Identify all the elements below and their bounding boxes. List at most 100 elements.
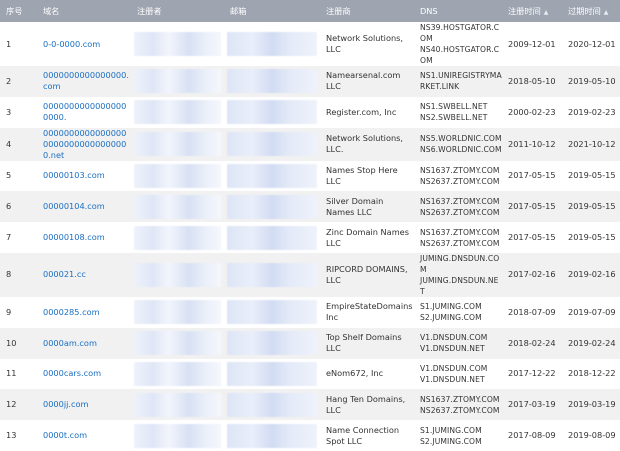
- dns-secondary: S2.JUMING.COM: [420, 313, 482, 323]
- registrar-cell: Names Stop Here LLC: [326, 164, 398, 186]
- dns-primary: S1.JUMING.COM: [420, 302, 482, 312]
- col-header-reg-date[interactable]: 注册时间 ▲: [502, 0, 562, 22]
- registrar-cell: Namearsenal.com LLC: [326, 70, 401, 92]
- email-redacted: [227, 100, 317, 125]
- registrant-redacted: [134, 225, 221, 250]
- dns-cell: NS1.UNIREGISTRYMARKET.LINK: [414, 66, 502, 97]
- domain-link[interactable]: 0000cars.com: [43, 368, 101, 378]
- email-redacted: [227, 225, 317, 250]
- table-row: 8 000021.cc RIPCORD DOMAINS, LLC JUMING.…: [0, 252, 620, 297]
- email-redacted: [227, 361, 317, 386]
- registrant-redacted: [134, 331, 221, 356]
- dns-cell: S1.JUMING.COM S2.JUMING.COM: [414, 420, 502, 451]
- row-index: 8: [6, 269, 12, 280]
- row-index: 5: [6, 170, 12, 181]
- dns-primary: V1.DNSDUN.COM: [420, 363, 488, 373]
- registrar-cell: EmpireStateDomains Inc: [326, 301, 413, 323]
- row-index: 2: [6, 75, 12, 86]
- domain-link[interactable]: 0000jj.com: [43, 399, 88, 409]
- table-row: 7 00000108.com Zinc Domain Names LLC NS1…: [0, 222, 620, 253]
- table-row: 5 00000103.com Names Stop Here LLC NS163…: [0, 160, 620, 192]
- dns-primary: NS1637.ZTOMY.COM: [420, 394, 500, 404]
- dns-secondary: NS2637.ZTOMY.COM: [420, 405, 500, 415]
- exp-date-cell: 2019-08-09: [568, 430, 616, 441]
- exp-date-cell: 2019-03-19: [568, 399, 616, 410]
- domain-link[interactable]: 00000104.com: [43, 201, 105, 211]
- email-redacted: [227, 392, 317, 417]
- exp-date-cell: 2019-02-16: [568, 269, 616, 280]
- dns-primary: NS1.UNIREGISTRYMARKET.LINK: [420, 71, 502, 92]
- dns-primary: NS1.SWBELL.NET: [420, 102, 488, 112]
- row-index: 11: [6, 368, 17, 379]
- table-row: 4 000000000000000000000000000000000.net …: [0, 127, 620, 161]
- registrant-redacted: [134, 300, 221, 325]
- domain-link[interactable]: 00000000000000000000.: [43, 101, 126, 122]
- table-row: 1 0-0-0000.com Network Solutions, LLC NS…: [0, 22, 620, 66]
- exp-date-cell: 2019-02-24: [568, 337, 616, 348]
- domain-link[interactable]: 000000000000000000000000000000000.net: [43, 128, 126, 160]
- row-index: 10: [6, 337, 17, 348]
- registrar-cell: Register.com, Inc: [326, 106, 397, 117]
- table-row: 6 00000104.com Silver Domain Names LLC N…: [0, 191, 620, 223]
- table-row: 3 00000000000000000000. Register.com, In…: [0, 96, 620, 128]
- email-redacted: [227, 163, 317, 188]
- sort-icon[interactable]: ▲: [604, 9, 609, 16]
- reg-date-cell: 2017-05-15: [508, 201, 556, 212]
- sort-icon[interactable]: ▲: [544, 9, 549, 16]
- dns-secondary: NS2637.ZTOMY.COM: [420, 176, 500, 186]
- domain-link[interactable]: 0000am.com: [43, 338, 97, 348]
- dns-secondary: NS6.WORLDNIC.COM: [420, 145, 502, 155]
- col-header-registrant: 注册者: [137, 6, 162, 16]
- email-redacted: [227, 300, 317, 325]
- table-row: 10 0000am.com Top Shelf Domains LLC V1.D…: [0, 327, 620, 359]
- domain-link[interactable]: 0000t.com: [43, 430, 87, 440]
- table-row: 9 0000285.com EmpireStateDomains Inc S1.…: [0, 296, 620, 328]
- dns-cell: S1.JUMING.COM S2.JUMING.COM: [414, 297, 502, 328]
- domain-link[interactable]: 0-0-0000.com: [43, 39, 100, 49]
- dns-primary: NS5.WORLDNIC.COM: [420, 134, 502, 144]
- domain-link[interactable]: 0000000000000000.com: [43, 70, 129, 91]
- col-header-registrar: 注册商: [326, 6, 351, 16]
- exp-date-cell: 2019-07-09: [568, 306, 616, 317]
- email-redacted: [227, 32, 317, 56]
- reg-date-cell: 2017-12-22: [508, 368, 556, 379]
- registrar-cell: RIPCORD DOMAINS, LLC: [326, 263, 408, 285]
- reg-date-cell: 2009-12-01: [508, 38, 556, 49]
- reg-date-cell: 2017-02-16: [508, 269, 556, 280]
- dns-secondary: NS40.HOSTGATOR.COM: [420, 45, 500, 65]
- reg-date-cell: 2018-07-09: [508, 306, 556, 317]
- col-header-index: 序号: [6, 6, 23, 16]
- row-index: 13: [6, 430, 17, 441]
- row-index: 1: [6, 38, 12, 49]
- registrar-cell: Silver Domain Names LLC: [326, 195, 384, 217]
- dns-primary: JUMING.DNSDUN.COM: [420, 253, 500, 274]
- registrar-cell: Top Shelf Domains LLC: [326, 332, 402, 354]
- reg-date-cell: 2018-05-10: [508, 75, 556, 86]
- table-row: 11 0000cars.com eNom672, Inc V1.DNSDUN.C…: [0, 358, 620, 390]
- email-redacted: [227, 132, 317, 157]
- domain-link[interactable]: 0000285.com: [43, 307, 100, 317]
- dns-primary: NS1637.ZTOMY.COM: [420, 165, 500, 175]
- col-header-exp-date[interactable]: 过期时间 ▲: [562, 0, 620, 22]
- domain-link[interactable]: 00000108.com: [43, 232, 105, 242]
- dns-secondary: S2.JUMING.COM: [420, 436, 482, 446]
- registrant-redacted: [134, 392, 221, 417]
- dns-cell: JUMING.DNSDUN.COM JUMING.DNSDUN.NET: [414, 253, 502, 297]
- dns-cell: V1.DNSDUN.COM V1.DNSDUN.NET: [414, 328, 502, 359]
- registrar-cell: Network Solutions, LLC.: [326, 133, 404, 155]
- registrar-cell: Network Solutions, LLC: [326, 33, 404, 54]
- dns-primary: S1.JUMING.COM: [420, 425, 482, 435]
- dns-cell: NS1637.ZTOMY.COM NS2637.ZTOMY.COM: [414, 191, 502, 222]
- dns-primary: NS39.HOSTGATOR.COM: [420, 23, 500, 43]
- email-redacted: [227, 262, 317, 287]
- dns-cell: V1.DNSDUN.COM V1.DNSDUN.NET: [414, 359, 502, 390]
- dns-secondary: V1.DNSDUN.NET: [420, 344, 485, 354]
- domain-link[interactable]: 00000103.com: [43, 170, 105, 180]
- registrant-redacted: [134, 163, 221, 188]
- col-header-domain: 域名: [43, 6, 60, 16]
- reg-date-cell: 2017-08-09: [508, 430, 556, 441]
- domain-link[interactable]: 000021.cc: [43, 269, 86, 279]
- reg-date-cell: 2000-02-23: [508, 106, 556, 117]
- registrar-cell: Zinc Domain Names LLC: [326, 226, 409, 248]
- exp-date-cell: 2019-05-15: [568, 170, 616, 181]
